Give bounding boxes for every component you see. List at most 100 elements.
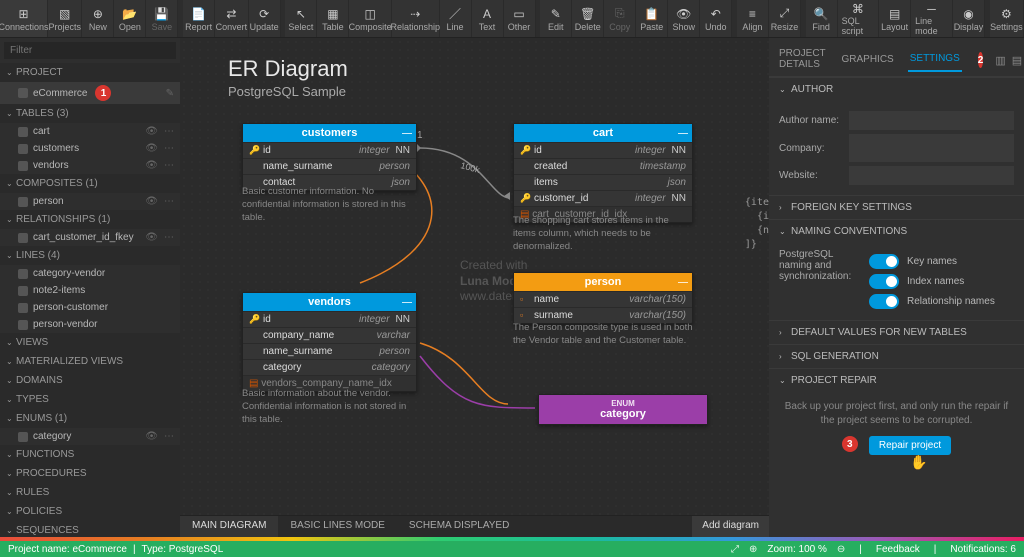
toolbar-convert[interactable]: ⇄Convert	[215, 0, 249, 37]
toggle-rel-names[interactable]	[869, 294, 899, 309]
entity-customers[interactable]: customers— 🔑idintegerNNname_surnameperso…	[242, 123, 417, 191]
section-sqlgen[interactable]: SQL GENERATION	[791, 351, 879, 362]
section-materialized[interactable]: ⌄MATERIALIZED VIEWS	[0, 352, 180, 371]
toolbar-paste[interactable]: 📋Paste	[636, 0, 668, 37]
panel-icon-1[interactable]: ▥	[995, 54, 1005, 67]
section-author[interactable]: AUTHOR	[791, 84, 833, 95]
section-enums[interactable]: ⌄ENUMS (1)	[0, 409, 180, 428]
section-naming[interactable]: NAMING CONVENTIONS	[791, 226, 907, 237]
section-rules[interactable]: ⌄RULES	[0, 483, 180, 502]
panel-icon-2[interactable]: ▤	[1012, 54, 1022, 67]
expand-icon[interactable]: ⤢	[731, 544, 739, 555]
filter-input[interactable]	[4, 42, 176, 59]
zoom-icon[interactable]: ⊕	[749, 544, 757, 555]
tree-item-customers[interactable]: customers👁⋯	[0, 140, 180, 157]
toolbar-edit[interactable]: ✎Edit	[540, 0, 572, 37]
toolbar-update[interactable]: ⟳Update	[249, 0, 281, 37]
tab-basic-lines[interactable]: BASIC LINES MODE	[278, 516, 396, 537]
column-items[interactable]: itemsjson	[514, 174, 692, 190]
column-id[interactable]: 🔑idintegerNN	[243, 311, 416, 327]
toolbar-delete[interactable]: 🗑Delete	[572, 0, 604, 37]
tab-project-details[interactable]: PROJECT DETAILS	[777, 44, 828, 76]
toolbar-resize[interactable]: ⤢Resize	[769, 0, 801, 37]
notifications-link[interactable]: Notifications: 6	[950, 544, 1016, 555]
toolbar-report[interactable]: 📄Report	[183, 0, 215, 37]
toolbar-undo[interactable]: ↶Undo	[700, 0, 732, 37]
toolbar-relationship[interactable]: ⇢Relationship	[392, 0, 440, 37]
entity-cart[interactable]: cart— 🔑idintegerNNcreatedtimestampitemsj…	[513, 123, 693, 223]
tree-item-note2-items[interactable]: note2-items	[0, 282, 180, 299]
column-id[interactable]: 🔑idintegerNN	[514, 142, 692, 158]
author-name-input[interactable]	[849, 111, 1014, 130]
toolbar-select[interactable]: ↖Select	[285, 0, 317, 37]
toolbar-align[interactable]: ≡Align	[737, 0, 769, 37]
diagram-canvas[interactable]: 100k 1 ER Diagram PostgreSQL Sample Crea…	[180, 38, 769, 537]
toolbar-other[interactable]: ▭Other	[504, 0, 536, 37]
toolbar-projects[interactable]: ▧Projects	[48, 0, 82, 37]
section-lines[interactable]: ⌄LINES (4)	[0, 246, 180, 265]
toggle-index-names[interactable]	[869, 274, 899, 289]
section-repair[interactable]: PROJECT REPAIR	[791, 375, 877, 386]
toolbar-save[interactable]: 💾Save	[146, 0, 178, 37]
tree-item-cart[interactable]: cart👁⋯	[0, 123, 180, 140]
toolbar-settings[interactable]: ⚙Settings	[990, 0, 1024, 37]
column-name_surname[interactable]: name_surnameperson	[243, 343, 416, 359]
tab-schema[interactable]: SCHEMA DISPLAYED	[397, 516, 521, 537]
tree-item-person-vendor[interactable]: person-vendor	[0, 316, 180, 333]
toolbar-display[interactable]: ◉Display	[953, 0, 985, 37]
entity-vendors[interactable]: vendors— 🔑idintegerNNcompany_namevarchar…	[242, 292, 417, 392]
tab-graphics[interactable]: GRAPHICS	[840, 50, 896, 71]
toolbar-line[interactable]: ／Line	[440, 0, 472, 37]
toolbar-table[interactable]: ▦Table	[317, 0, 349, 37]
column-surname[interactable]: ▫surnamevarchar(150)	[514, 307, 692, 323]
column-id[interactable]: 🔑idintegerNN	[243, 142, 416, 158]
section-functions[interactable]: ⌄FUNCTIONS	[0, 445, 180, 464]
toolbar-composite[interactable]: ◫Composite	[349, 0, 392, 37]
toolbar-copy[interactable]: ⎘Copy	[604, 0, 636, 37]
toolbar-text[interactable]: AText	[472, 0, 504, 37]
toggle-key-names[interactable]	[869, 254, 899, 269]
tree-item-eCommerce[interactable]: eCommerce1✎	[0, 82, 180, 104]
entity-category[interactable]: ENUMcategory	[538, 394, 708, 425]
section-domains[interactable]: ⌄DOMAINS	[0, 371, 180, 390]
toolbar-show[interactable]: 👁Show	[668, 0, 700, 37]
status-zoom[interactable]: Zoom: 100 %	[767, 544, 826, 555]
toolbar-connections[interactable]: ⊞Connections	[0, 0, 48, 37]
column-created[interactable]: createdtimestamp	[514, 158, 692, 174]
column-company_name[interactable]: company_namevarchar	[243, 327, 416, 343]
website-input[interactable]	[849, 166, 1014, 185]
section-sequences[interactable]: ⌄SEQUENCES	[0, 521, 180, 537]
section-fk[interactable]: FOREIGN KEY SETTINGS	[791, 202, 912, 213]
section-procedures[interactable]: ⌄PROCEDURES	[0, 464, 180, 483]
feedback-link[interactable]: Feedback	[876, 544, 920, 555]
company-input[interactable]	[849, 134, 1014, 162]
section-defaults[interactable]: DEFAULT VALUES FOR NEW TABLES	[791, 327, 967, 338]
tree-item-category[interactable]: category👁⋯	[0, 428, 180, 445]
toolbar-sql-script[interactable]: ⌘SQL script	[838, 0, 880, 37]
tab-settings[interactable]: SETTINGS	[908, 49, 962, 72]
section-policies[interactable]: ⌄POLICIES	[0, 502, 180, 521]
section-tables[interactable]: ⌄TABLES (3)	[0, 104, 180, 123]
section-composites[interactable]: ⌄COMPOSITES (1)	[0, 174, 180, 193]
repair-project-button[interactable]: Repair project	[869, 436, 951, 455]
toolbar-layout[interactable]: ▤Layout	[879, 0, 911, 37]
toolbar-find[interactable]: 🔍Find	[806, 0, 838, 37]
toolbar-line-mode[interactable]: ─Line mode	[911, 0, 953, 37]
tree-item-cart_customer_id_fkey[interactable]: cart_customer_id_fkey👁⋯	[0, 229, 180, 246]
tree-item-vendors[interactable]: vendors👁⋯	[0, 157, 180, 174]
toolbar-open[interactable]: 📂Open	[114, 0, 146, 37]
section-relationships[interactable]: ⌄RELATIONSHIPS (1)	[0, 210, 180, 229]
tree-item-category-vendor[interactable]: category-vendor	[0, 265, 180, 282]
column-customer_id[interactable]: 🔑customer_idintegerNN	[514, 190, 692, 206]
entity-person[interactable]: person— ▫namevarchar(150)▫surnamevarchar…	[513, 272, 693, 324]
tree-item-person-customer[interactable]: person-customer	[0, 299, 180, 316]
tab-main-diagram[interactable]: MAIN DIAGRAM	[180, 516, 278, 537]
add-diagram-button[interactable]: Add diagram	[692, 516, 769, 537]
toolbar-new[interactable]: ⊕New	[82, 0, 114, 37]
column-category[interactable]: categorycategory	[243, 359, 416, 375]
section-views[interactable]: ⌄VIEWS	[0, 333, 180, 352]
section-types[interactable]: ⌄TYPES	[0, 390, 180, 409]
column-name[interactable]: ▫namevarchar(150)	[514, 291, 692, 307]
tree-item-person[interactable]: person👁⋯	[0, 193, 180, 210]
column-name_surname[interactable]: name_surnameperson	[243, 158, 416, 174]
